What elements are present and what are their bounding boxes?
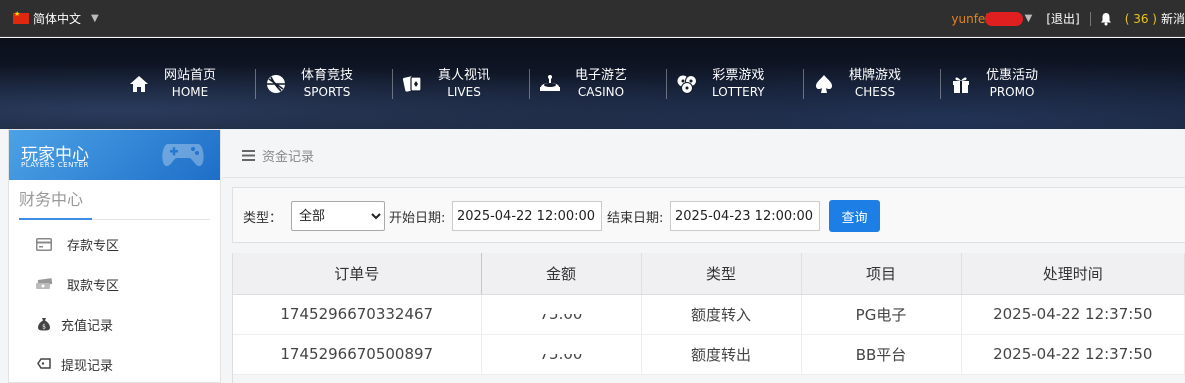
spade-icon (813, 73, 835, 95)
nav-home-label: 网站首页 (164, 67, 217, 83)
end-date-label: 结束日期: (607, 211, 664, 226)
end-date-input[interactable] (670, 201, 820, 231)
type-cell: 额度转出 (641, 334, 802, 375)
sidebar-item-label: 存款专区 (67, 238, 120, 254)
language-selector[interactable]: 简体中文 ▼ (13, 10, 99, 27)
redaction-mask (531, 305, 587, 314)
page-title: 资金记录 (262, 150, 315, 165)
sidebar-subtitle: PLAYERS CENTER (21, 161, 89, 169)
new-message-link[interactable]: 新消 (1161, 10, 1185, 27)
type-cell: 额度转入 (641, 294, 802, 335)
table-row: 1745296670332467 75.00 额度转入 PG电子 2025-04… (233, 294, 1185, 335)
table-header-row: 订单号 金额 类型 项目 处理时间 (233, 253, 1185, 295)
sidebar: 玩家中心 PLAYERS CENTER 财务中心 存款专区 取款专区 $ 充值记… (8, 129, 221, 383)
redaction-mark (984, 11, 1023, 26)
basketball-icon (265, 73, 287, 95)
home-icon (128, 73, 150, 95)
chevron-down-icon: ▼ (91, 13, 99, 24)
svg-text:$: $ (42, 324, 46, 331)
money-bag-icon: $ (35, 317, 53, 331)
lottery-balls-icon (676, 73, 698, 95)
type-select[interactable]: 全部 (291, 201, 385, 231)
nav-promo[interactable]: 优惠活动 PROMO (940, 65, 1077, 103)
main-nav: 网站首页 HOME 体育竞技 SPORTS 真人视讯 LIVES 电子游艺 CASINO… (0, 38, 1185, 129)
username[interactable]: yunfei (951, 12, 988, 26)
cards-icon (402, 73, 424, 95)
menu-icon[interactable] (242, 150, 255, 161)
time-cell: 2025-04-22 12:37:50 (961, 334, 1185, 375)
nav-lives-en: LIVES (447, 84, 481, 99)
column-header-time: 处理时间 (961, 253, 1185, 295)
redaction-mask (531, 345, 587, 354)
nav-promo-label: 优惠活动 (986, 67, 1039, 83)
sidebar-item-recharge-record[interactable]: $ 充值记录 (9, 304, 220, 344)
amount-cell: 75.00 (481, 334, 642, 375)
bell-icon[interactable] (1099, 12, 1113, 26)
gift-icon (950, 73, 972, 95)
start-date-input[interactable] (452, 201, 602, 231)
column-header-order: 订单号 (233, 253, 482, 295)
nav-sports-label: 体育竞技 (301, 67, 354, 83)
sidebar-item-label: 取款专区 (67, 278, 120, 294)
item-cell: BB平台 (801, 334, 962, 375)
china-flag-icon (13, 10, 29, 24)
players-center-header: 玩家中心 PLAYERS CENTER (9, 130, 220, 180)
withdraw-icon (35, 277, 53, 291)
nav-casino-label: 电子游艺 (575, 67, 628, 83)
deposit-icon (35, 237, 53, 251)
order-number: 1745296670500897 (233, 334, 482, 375)
nav-sports-en: SPORTS (303, 84, 351, 99)
divider (1089, 11, 1091, 26)
nav-lottery-label: 彩票游戏 (712, 67, 765, 83)
column-header-item: 项目 (801, 253, 962, 295)
nav-lottery[interactable]: 彩票游戏 LOTTERY (666, 65, 803, 103)
column-header-type: 类型 (641, 253, 802, 295)
amount-cell: 75.00 (481, 294, 642, 335)
nav-sports[interactable]: 体育竞技 SPORTS (255, 65, 392, 103)
slot-machine-icon (539, 73, 561, 95)
logout-link[interactable]: [退出] (1046, 10, 1079, 27)
nav-lives[interactable]: 真人视讯 LIVES (392, 65, 529, 103)
finance-center-section: 财务中心 (19, 188, 210, 220)
breadcrumb: 资金记录 (242, 146, 314, 165)
table-row: 1745296670500897 75.00 额度转出 BB平台 2025-04… (233, 334, 1185, 375)
start-date-label: 开始日期: (389, 211, 446, 226)
nav-chess[interactable]: 棋牌游戏 CHESS (803, 65, 940, 103)
nav-chess-en: CHESS (854, 84, 896, 99)
nav-lottery-en: LOTTERY (712, 84, 765, 99)
nav-home-en: HOME (171, 84, 209, 99)
gamepad-icon (162, 144, 204, 167)
column-header-amount: 金额 (481, 253, 642, 295)
sidebar-item-withdraw[interactable]: 取款专区 (9, 264, 220, 304)
nav-promo-en: PROMO (989, 84, 1035, 99)
message-count[interactable]: ( 36 ) (1125, 12, 1157, 26)
sidebar-item-label: 充值记录 (61, 318, 114, 334)
item-cell: PG电子 (801, 294, 962, 335)
sidebar-item-deposit[interactable]: 存款专区 (9, 224, 220, 264)
nav-casino[interactable]: 电子游艺 CASINO (529, 65, 666, 103)
nav-lives-label: 真人视讯 (438, 67, 491, 83)
order-number: 1745296670332467 (233, 294, 482, 335)
user-chevron-down-icon[interactable]: ▼ (1025, 13, 1033, 24)
finance-center-label: 财务中心 (19, 188, 93, 220)
nav-casino-en: CASINO (577, 84, 625, 99)
time-cell: 2025-04-22 12:37:50 (961, 294, 1185, 335)
nav-chess-label: 棋牌游戏 (849, 67, 902, 83)
nav-home[interactable]: 网站首页 HOME (118, 65, 255, 103)
query-button[interactable]: 查询 (829, 200, 880, 232)
filter-bar: 类型： 全部 开始日期: 结束日期: 查询 (232, 187, 1185, 243)
top-bar: 简体中文 ▼ yunfei ▼ [退出] ( 36 ) 新消 (0, 0, 1185, 37)
divider (222, 177, 1185, 178)
type-label: 类型： (243, 211, 283, 226)
language-label: 简体中文 (33, 12, 82, 26)
sidebar-item-withdraw-record[interactable]: 提现记录 (9, 344, 220, 383)
withdraw-record-icon (35, 357, 53, 371)
user-area: yunfei ▼ [退出] ( 36 ) 新消 (951, 10, 1185, 27)
fund-record-table: 订单号 金额 类型 项目 处理时间 1745296670332467 75.00… (233, 253, 1185, 375)
sidebar-item-label: 提现记录 (61, 358, 114, 374)
